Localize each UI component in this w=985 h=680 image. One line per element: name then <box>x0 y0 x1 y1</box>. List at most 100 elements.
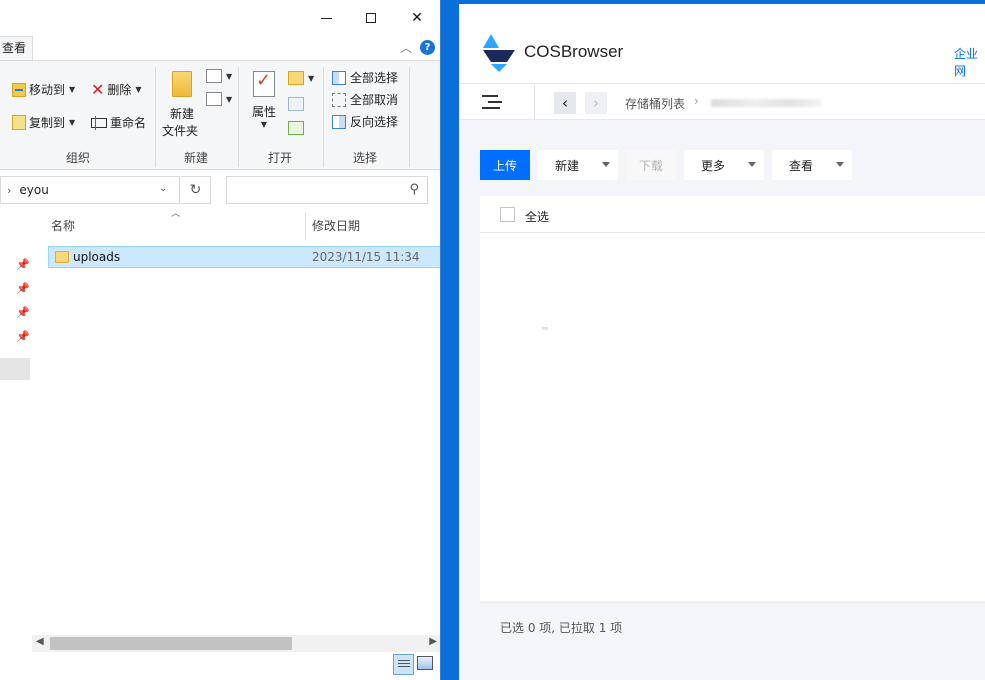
list-placeholder-mark <box>542 327 548 330</box>
select-all-label: 全选 <box>525 210 550 224</box>
address-bar[interactable]: › eyou ⌄ <box>0 176 180 204</box>
pin-icon[interactable]: 📌 <box>16 306 30 319</box>
ribbon-separator <box>409 67 410 167</box>
pin-icon[interactable]: 📌 <box>16 282 30 295</box>
search-icon: ⚲ <box>409 182 419 197</box>
download-button[interactable]: 下载 <box>626 150 676 180</box>
view-toggle <box>393 654 439 676</box>
caret-down-icon <box>602 162 610 167</box>
dropdown-arrow-icon: ▼ <box>308 73 315 83</box>
view-button[interactable]: 查看 <box>772 150 852 180</box>
cos-toolbar: 上传 新建 下载 更多 查看 <box>459 120 985 196</box>
ribbon-tab-strip: 查看 ︿ ? <box>0 36 440 60</box>
move-to-button[interactable]: 移动到 ▼ <box>12 81 75 98</box>
dropdown-arrow-icon: ▼ <box>69 118 76 127</box>
file-list: ︿ 名称 修改日期 uploads 2023/11/15 11:34 <box>40 209 440 635</box>
enterprise-link[interactable]: 企业网 <box>954 45 985 79</box>
history-button[interactable] <box>288 121 304 135</box>
caret-down-icon <box>748 162 756 167</box>
scroll-left-icon[interactable]: ◀ <box>36 636 44 647</box>
new-button[interactable]: 新建 <box>538 150 618 180</box>
chevron-up-icon[interactable]: ︿ <box>400 39 412 56</box>
properties-button[interactable]: 属性 ▼ <box>252 70 277 129</box>
refresh-icon: ↻ <box>189 182 202 198</box>
invert-selection-icon <box>332 114 346 129</box>
edit-icon <box>288 97 304 111</box>
dropdown-arrow-icon: ▼ <box>135 85 142 94</box>
invert-selection-button[interactable]: 反向选择 <box>332 113 398 130</box>
maximize-button[interactable] <box>348 0 394 36</box>
nav-separator <box>534 84 535 120</box>
details-view-icon[interactable] <box>393 654 414 675</box>
dropdown-arrow-icon: ▼ <box>260 120 268 129</box>
select-all-button[interactable]: 全部选择 <box>332 69 398 86</box>
edit-button[interactable] <box>288 97 304 111</box>
group-label-select: 选择 <box>352 151 377 165</box>
breadcrumb-separator-icon: › <box>694 94 699 108</box>
minimize-icon <box>320 17 332 19</box>
forward-button[interactable]: › <box>585 92 607 114</box>
folder-icon <box>55 251 69 263</box>
refresh-button[interactable]: ↻ <box>181 176 211 204</box>
easy-access-icon <box>206 92 222 106</box>
file-name: uploads <box>73 250 121 264</box>
copy-to-button[interactable]: 复制到 ▼ <box>12 114 75 131</box>
rename-button[interactable]: 重命名 <box>91 114 146 131</box>
new-folder-button[interactable] <box>168 71 196 97</box>
rename-label: 重命名 <box>110 116 147 130</box>
open-button[interactable]: ▼ <box>288 71 314 85</box>
new-item-button[interactable]: ▼ <box>206 69 232 83</box>
select-all-checkbox[interactable] <box>500 207 515 222</box>
view-button-label: 查看 <box>789 158 814 173</box>
easy-access-button[interactable]: ▼ <box>206 92 232 106</box>
explorer-titlebar: ✕ <box>0 0 440 36</box>
selection-status: 已选 0 项, 已拉取 1 项 <box>500 621 623 635</box>
back-button[interactable]: ‹ <box>554 92 576 114</box>
minimize-button[interactable] <box>303 0 349 36</box>
object-list-header: 全选 <box>480 196 985 233</box>
horizontal-scrollbar[interactable]: ◀ ▶ <box>32 635 440 652</box>
more-button[interactable]: 更多 <box>684 150 764 180</box>
group-label-new: 新建 <box>183 151 208 165</box>
new-folder-label: 新建 文件夹 <box>162 105 198 139</box>
tab-view[interactable]: 查看 <box>0 36 34 60</box>
address-row: › eyou ⌄ ↻ ⚲ <box>0 176 440 204</box>
cos-header: COSBrowser 企业网 <box>459 4 985 84</box>
chevron-right-icon: › <box>7 183 12 197</box>
file-modified-date: 2023/11/15 11:34 <box>312 250 420 264</box>
properties-label: 属性 <box>252 105 277 119</box>
nav-selected-item[interactable] <box>0 358 30 380</box>
pin-icon[interactable]: 📌 <box>16 330 30 343</box>
chevron-left-icon: ‹ <box>562 94 568 112</box>
select-none-button[interactable]: 全部取消 <box>332 91 398 108</box>
ribbon: 移动到 ▼ 复制到 ▼ ✕ 删除 ▼ 重命名 组织 新建 文件夹 ▼ ▼ 新建 … <box>0 60 440 170</box>
column-separator[interactable] <box>305 212 306 240</box>
cosbrowser-logo-icon <box>483 34 515 72</box>
scrollbar-thumb[interactable] <box>50 637 292 650</box>
status-bar: 已选 0 项, 已拉取 1 项 <box>480 602 985 652</box>
navigation-pane: 📌 📌 📌 📌 <box>0 210 32 635</box>
delete-button[interactable]: ✕ 删除 ▼ <box>91 81 142 98</box>
menu-toggle-icon[interactable] <box>482 95 502 109</box>
group-label-organize: 组织 <box>65 151 90 165</box>
chevron-right-icon: › <box>593 94 599 112</box>
help-icon[interactable]: ? <box>420 40 435 55</box>
breadcrumb-bucket-list[interactable]: 存储桶列表 <box>625 95 685 112</box>
sort-ascending-icon: ︿ <box>171 209 181 219</box>
column-header-modified[interactable]: 修改日期 <box>312 217 360 234</box>
group-label-open: 打开 <box>267 151 292 165</box>
table-row[interactable]: uploads 2023/11/15 11:34 <box>48 246 440 268</box>
close-button[interactable]: ✕ <box>394 0 440 36</box>
scroll-right-icon[interactable]: ▶ <box>429 636 437 647</box>
large-icons-view-icon[interactable] <box>417 656 433 670</box>
ribbon-separator <box>238 67 239 167</box>
upload-button[interactable]: 上传 <box>480 150 530 180</box>
pin-icon[interactable]: 📌 <box>16 258 30 271</box>
ribbon-separator <box>323 67 324 167</box>
new-folder-label-line1: 新建 <box>170 107 195 121</box>
search-input[interactable]: ⚲ <box>226 176 428 204</box>
chevron-down-icon[interactable]: ⌄ <box>159 183 167 194</box>
file-explorer-window: ✕ 查看 ︿ ? 移动到 ▼ 复制到 ▼ ✕ 删除 ▼ 重命名 组织 新建 文件… <box>0 0 441 680</box>
breadcrumb-current-bucket[interactable] <box>711 99 821 107</box>
column-header-name[interactable]: 名称 <box>51 217 75 234</box>
